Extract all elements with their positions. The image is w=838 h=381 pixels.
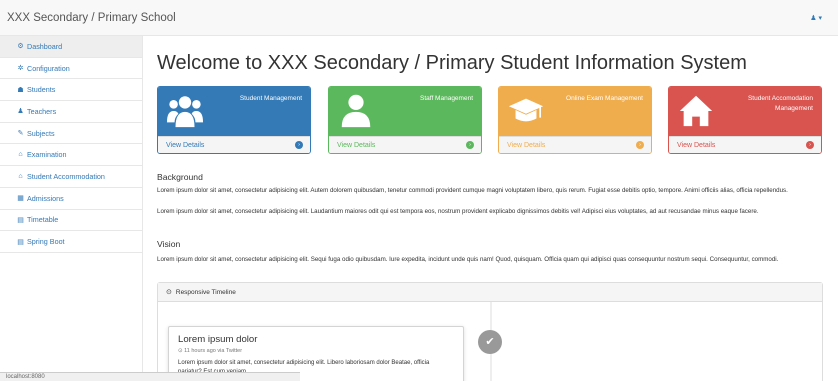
staff-management-card: Staff Management View Details › xyxy=(328,86,482,154)
users-icon xyxy=(166,96,204,128)
calendar-icon: ▤ xyxy=(17,238,24,246)
online-exam-management-card: Online Exam Management View Details › xyxy=(498,86,652,154)
sidebar-item-student-accommodation[interactable]: ⌂ Student Accommodation xyxy=(0,166,142,188)
card-header: Student Accomodation Management xyxy=(669,87,821,136)
sidebar-item-examination[interactable]: ⌂ Examination xyxy=(0,144,142,167)
user-icon xyxy=(341,94,371,128)
view-details-label: View Details xyxy=(677,142,716,149)
timeline-item-meta-text: 11 hours ago via Twitter xyxy=(184,348,243,354)
clock-icon: ⊙ xyxy=(178,348,183,354)
view-details-link[interactable]: View Details › xyxy=(499,136,651,153)
sidebar-item-admissions[interactable]: ▦ Admissions xyxy=(0,188,142,210)
arrow-circle-right-icon: › xyxy=(295,141,303,149)
sidebar-item-dashboard[interactable]: ⚙ Dashboard xyxy=(0,36,142,58)
graduation-cap-icon: ⌂ xyxy=(18,151,23,159)
arrow-circle-right-icon: › xyxy=(636,141,644,149)
user-icon: ♟ xyxy=(17,108,24,116)
sidebar-item-label: Dashboard xyxy=(27,41,63,51)
timeline-heading-label: Responsive Timeline xyxy=(175,288,236,296)
timeline-item-meta: ⊙ 11 hours ago via Twitter xyxy=(178,348,454,354)
page-title: Welcome to XXX Secondary / Primary Stude… xyxy=(157,52,747,74)
table-icon: ▦ xyxy=(17,195,24,203)
sidebar-item-label: Teachers xyxy=(27,106,57,116)
sidebar-item-students[interactable]: ☗ Students xyxy=(0,79,142,102)
vision-heading: Vision xyxy=(157,239,181,249)
card-title: Student Accomodation Management xyxy=(747,95,813,112)
sidebar-item-teachers[interactable]: ♟ Teachers xyxy=(0,101,142,123)
card-title: Student Management xyxy=(239,95,302,102)
browser-status-bar: localhost:8080 xyxy=(0,372,300,381)
home-icon: ⌂ xyxy=(18,172,23,180)
background-paragraph-2: Lorem ipsum dolor sit amet, consectetur … xyxy=(157,208,759,215)
sidebar-item-timetable[interactable]: ▤ Timetable xyxy=(0,210,142,232)
users-icon: ☗ xyxy=(17,86,24,94)
timeline-panel-heading: ⊙ Responsive Timeline xyxy=(158,283,822,302)
view-details-label: View Details xyxy=(337,142,376,149)
card-header: Staff Management xyxy=(329,87,481,136)
background-heading: Background xyxy=(157,172,203,182)
view-details-label: View Details xyxy=(507,142,546,149)
view-details-link[interactable]: View Details › xyxy=(669,136,821,153)
vision-paragraph: Lorem ipsum dolor sit amet, consectetur … xyxy=(157,256,779,263)
card-title: Staff Management xyxy=(420,95,473,102)
arrow-circle-right-icon: › xyxy=(806,141,814,149)
sidebar-item-label: Subjects xyxy=(27,128,55,138)
card-header: Student Management xyxy=(158,87,310,136)
view-details-link[interactable]: View Details › xyxy=(158,136,310,153)
arrow-circle-right-icon: › xyxy=(466,141,474,149)
timeline-item-title: Lorem ipsum dolor xyxy=(178,334,258,345)
calendar-icon: ▤ xyxy=(17,216,24,224)
user-icon: ♟ xyxy=(810,15,817,22)
sidebar-item-label: Timetable xyxy=(27,215,59,225)
sidebar-item-spring-boot[interactable]: ▤ Spring Boot xyxy=(0,231,142,253)
sidebar-item-label: Student Accommodation xyxy=(27,171,105,181)
graduation-cap-icon xyxy=(508,98,544,122)
brand-title[interactable]: XXX Secondary / Primary School xyxy=(7,12,176,24)
book-icon: ✎ xyxy=(17,130,24,138)
card-title: Online Exam Management xyxy=(566,95,643,102)
clock-icon: ⊙ xyxy=(166,289,172,296)
sidebar-item-label: Students xyxy=(27,85,56,95)
home-icon xyxy=(679,95,713,127)
timeline-panel: ⊙ Responsive Timeline Lorem ipsum dolor … xyxy=(157,282,823,381)
card-header: Online Exam Management xyxy=(499,87,651,136)
background-paragraph-1: Lorem ipsum dolor sit amet, consectetur … xyxy=(157,187,788,194)
sidebar-item-label: Admissions xyxy=(27,193,64,203)
cogs-icon: ✲ xyxy=(17,65,24,73)
view-details-label: View Details xyxy=(166,142,205,149)
sidebar-item-label: Configuration xyxy=(27,63,70,73)
user-menu[interactable]: ♟ ▾ xyxy=(810,14,822,22)
check-icon: ✔ xyxy=(478,330,502,354)
student-management-card: Student Management View Details › xyxy=(157,86,311,154)
dashboard-icon: ⚙ xyxy=(17,43,24,51)
sidebar: ⚙ Dashboard ✲ Configuration ☗ Students ♟… xyxy=(0,36,143,381)
sidebar-item-label: Examination xyxy=(27,150,67,160)
top-navbar: XXX Secondary / Primary School ♟ ▾ xyxy=(0,0,838,36)
sidebar-item-label: Spring Boot xyxy=(27,237,65,247)
sidebar-item-configuration[interactable]: ✲ Configuration xyxy=(0,58,142,80)
sidebar-item-subjects[interactable]: ✎ Subjects xyxy=(0,123,142,145)
chevron-down-icon: ▾ xyxy=(818,15,822,22)
student-accomodation-management-card: Student Accomodation Management View Det… xyxy=(668,86,822,154)
view-details-link[interactable]: View Details › xyxy=(329,136,481,153)
